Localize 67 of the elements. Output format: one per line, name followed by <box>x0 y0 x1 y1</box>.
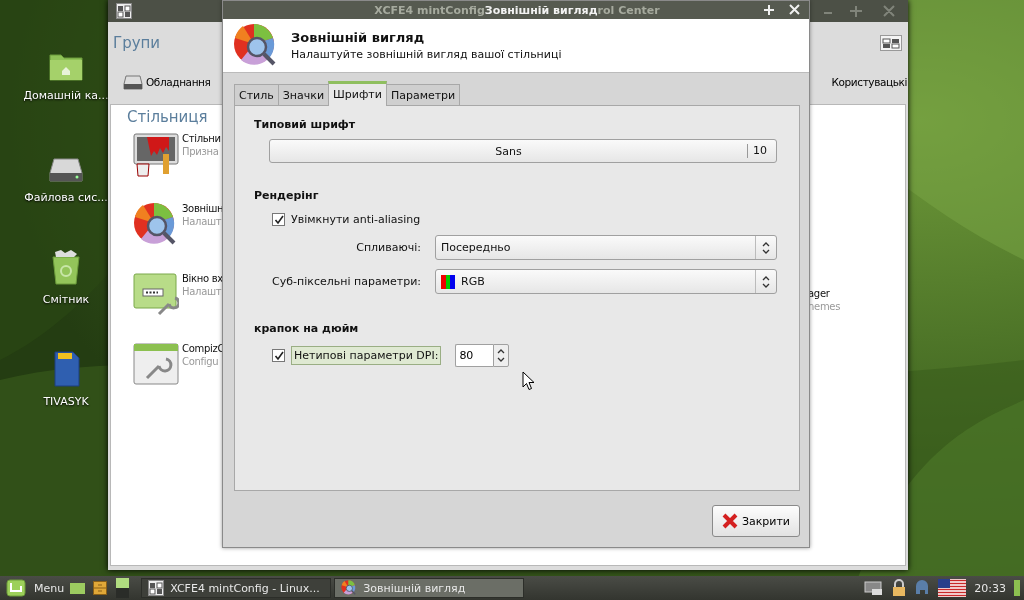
dialog-subheading: Налаштуйте зовнішній вигляд вашої стільниці <box>291 48 562 62</box>
dropdown[interactable]: RGB <box>435 269 777 294</box>
number-field[interactable]: 80 <box>455 344 494 367</box>
section-heading: Рендерінг <box>254 189 320 202</box>
up-down-arrows-icon[interactable] <box>762 275 770 288</box>
dropdown[interactable]: Посередньо <box>435 235 777 260</box>
window-controls-icon[interactable] <box>763 4 801 17</box>
window-wrench-icon[interactable] <box>133 342 179 386</box>
item-description: Configu <box>182 356 220 367</box>
file-cabinet-icon[interactable] <box>93 581 108 595</box>
tab[interactable]: Значки <box>277 84 330 105</box>
item-description: Налашт <box>182 216 223 227</box>
workspace-icon[interactable] <box>115 578 132 598</box>
window-title: Зовнішній вигляд <box>484 3 598 17</box>
underlying-window-title: rol Center <box>597 3 660 17</box>
close-button[interactable]: Закрити <box>711 505 800 537</box>
desktop-icon-label[interactable]: Файлова сис... <box>24 191 108 204</box>
item-title[interactable]: Стільни <box>182 133 221 144</box>
color-wheel-magnifier-icon <box>341 580 358 596</box>
checkbox[interactable] <box>272 349 285 362</box>
desktop-icon-label[interactable]: TIVASYK <box>43 395 89 408</box>
monitor-paint-icon[interactable] <box>133 132 179 178</box>
spinner-arrows-icon[interactable] <box>493 344 510 367</box>
memory-card-icon[interactable] <box>52 351 80 387</box>
section-heading: крапок на дюйм <box>254 322 360 335</box>
tab[interactable]: Шрифти <box>328 81 387 106</box>
taskbar-button[interactable]: XCFE4 mintConfig - Linux... <box>141 578 332 598</box>
desktop-icon-label[interactable]: Домашній ка... <box>23 89 109 102</box>
password-window-wrench-icon[interactable] <box>133 272 179 316</box>
checkbox-label[interactable]: Нетипові параметри DPI: <box>291 346 442 365</box>
tab[interactable]: Параметри <box>385 84 461 105</box>
desktop-icon-label[interactable]: Смітник <box>42 293 90 306</box>
section-heading: Типовий шрифт <box>254 118 357 131</box>
underlying-window-title: XCFE4 mintConfig <box>374 3 485 17</box>
field-label: Суб-піксельні параметри: <box>271 275 421 288</box>
groups-heading: Групи <box>113 34 161 52</box>
clock[interactable]: 20:33 <box>974 581 1006 595</box>
checkbox-label[interactable]: Увімкнути anti-aliasing <box>291 213 421 226</box>
font-picker-button[interactable]: Sans 10 <box>269 139 777 163</box>
panels-icon[interactable] <box>116 3 132 19</box>
color-stripes-icon <box>441 274 455 289</box>
hard-drive-icon <box>123 74 143 90</box>
field-label: Спливаючі: <box>355 241 421 254</box>
close-icon <box>720 512 739 530</box>
section-heading: Стільниця <box>127 108 208 126</box>
category-button[interactable]: Користувацькі <box>830 76 908 88</box>
item-title[interactable]: Вікно вх <box>182 273 223 284</box>
taskbar-button[interactable]: Зовнішній вигляд <box>334 578 525 598</box>
checkbox[interactable] <box>272 213 285 226</box>
hard-drive-icon[interactable] <box>49 157 83 183</box>
flag-icon[interactable] <box>938 579 967 597</box>
item-description: Призна <box>182 146 220 157</box>
up-down-arrows-icon[interactable] <box>762 241 770 254</box>
trash-can-icon[interactable] <box>50 249 82 285</box>
item-description: Налашт <box>182 286 223 297</box>
dialog-heading: Зовнішній вигляд <box>291 30 426 46</box>
item-title[interactable]: CompizC <box>182 343 225 354</box>
lock-icon[interactable] <box>892 579 907 597</box>
desktop-icon[interactable] <box>70 582 86 594</box>
logo-icon <box>6 579 26 597</box>
folder-icon[interactable] <box>49 51 83 81</box>
layout-toggle-icon[interactable] <box>880 35 902 51</box>
category-button[interactable]: Обладнання <box>122 74 212 90</box>
panels-icon <box>148 580 165 596</box>
mouse-pointer-icon <box>522 371 535 391</box>
tab[interactable]: Стиль <box>234 84 279 105</box>
menu-button[interactable]: Menu <box>4 579 71 597</box>
